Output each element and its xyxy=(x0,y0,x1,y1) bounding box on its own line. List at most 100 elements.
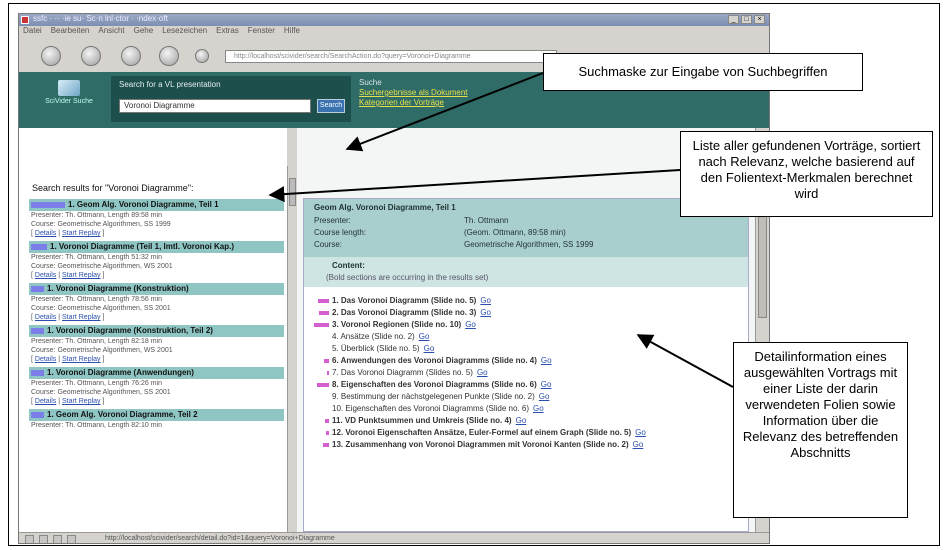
relevance-bar xyxy=(31,202,65,208)
stop-button[interactable] xyxy=(159,46,179,66)
status-icon xyxy=(25,535,34,543)
result-title[interactable]: 1. Geom Alg. Voronoi Diagramme, Teil 1 xyxy=(29,199,284,211)
result-meta-course: Course: Geometrische Algorithmen, WS 200… xyxy=(31,263,173,270)
title-bar: ssfc · ·· ·ie su· Sc·n lnl·ctor · ·ndex·… xyxy=(19,14,769,26)
menu-edit[interactable]: Bearbeiten xyxy=(51,26,90,38)
result-item: 1. Voronoi Diagramme (Anwendungen) Presen… xyxy=(29,367,284,406)
result-title[interactable]: 1. Voronoi Diagramme (Konstruktion, Teil… xyxy=(29,325,284,337)
details-link[interactable]: Details xyxy=(35,398,56,405)
minimize-button[interactable]: _ xyxy=(728,15,739,24)
start-replay-link[interactable]: Start Replay xyxy=(62,314,101,321)
section-go-link[interactable]: Go xyxy=(533,404,544,413)
site-logo[interactable]: SciVider Suche xyxy=(31,80,107,124)
details-link[interactable]: Details xyxy=(35,230,56,237)
result-title-text: 1. Voronoi Diagramme (Konstruktion) xyxy=(47,284,189,293)
section-go-link[interactable]: Go xyxy=(477,368,488,377)
section-relevance-bar xyxy=(314,323,329,327)
section-item: 7. Das Voronoi Diagramm (Slides no. 5) Go xyxy=(308,367,748,378)
app-icon xyxy=(21,16,29,24)
result-meta-course: Course: Geometrische Algorithmen, SS 199… xyxy=(31,221,171,228)
detail-row-label: Presenter: xyxy=(314,216,351,225)
home-button[interactable] xyxy=(195,49,209,63)
close-button[interactable]: × xyxy=(754,15,765,24)
relevance-bar xyxy=(31,370,44,376)
menu-go[interactable]: Gehe xyxy=(134,26,154,38)
result-links: [ Details | Start Replay ] xyxy=(31,356,105,363)
content-band: Content: (Bold sections are occurring in… xyxy=(304,257,748,287)
section-item: 5. Überblick (Slide no. 5) Go xyxy=(308,343,748,354)
detail-row-value: (Geom. Ottmann, 89:58 min) xyxy=(464,228,566,237)
section-go-link[interactable]: Go xyxy=(419,332,430,341)
result-title-text: 1. Voronoi Diagramme (Teil 1, lmtl. Voro… xyxy=(50,242,235,251)
section-go-link[interactable]: Go xyxy=(541,356,552,365)
section-item: 12. Voronoi Eigenschaften Ansätze, Euler… xyxy=(308,427,748,438)
section-go-link[interactable]: Go xyxy=(424,344,435,353)
section-go-link[interactable]: Go xyxy=(635,428,646,437)
result-links: [ Details | Start Replay ] xyxy=(31,230,105,237)
section-go-link[interactable]: Go xyxy=(633,440,644,449)
section-go-link[interactable]: Go xyxy=(516,416,527,425)
menu-window[interactable]: Fenster xyxy=(248,26,275,38)
result-title[interactable]: 1. Voronoi Diagramme (Anwendungen) xyxy=(29,367,284,379)
results-scroll-thumb[interactable] xyxy=(289,178,296,206)
reload-button[interactable] xyxy=(121,46,141,66)
section-item: 10. Eigenschaften des Voronoi Diagramms … xyxy=(308,403,748,414)
header-link-categories[interactable]: Kategorien der Vorträge xyxy=(359,98,468,108)
section-item: 3. Voronoi Regionen (Slide no. 10) Go xyxy=(308,319,748,330)
result-title[interactable]: 1. Geom Alg. Voronoi Diagramme, Teil 2 xyxy=(29,409,284,421)
result-item: 1. Geom Alg. Voronoi Diagramme, Teil 2 Pr… xyxy=(29,409,284,430)
result-title[interactable]: 1. Voronoi Diagramme (Konstruktion) xyxy=(29,283,284,295)
menu-tools[interactable]: Extras xyxy=(216,26,239,38)
header-links: Suche Suchergebnisse als Dokument Katego… xyxy=(359,78,468,108)
section-go-link[interactable]: Go xyxy=(480,308,491,317)
section-relevance-bar xyxy=(327,371,329,375)
section-title: 6. Anwendungen des Voronoi Diagramms (Sl… xyxy=(332,356,537,365)
section-go-link[interactable]: Go xyxy=(539,392,550,401)
search-input[interactable]: Voronoi Diagramme xyxy=(119,99,311,113)
header-link-results-document[interactable]: Suchergebnisse als Dokument xyxy=(359,88,468,98)
results-scrollbar[interactable] xyxy=(287,166,297,532)
detail-row-value: Geometrische Algorithmen, SS 1999 xyxy=(464,240,594,249)
menu-bookmarks[interactable]: Lesezeichen xyxy=(162,26,207,38)
address-bar[interactable]: http://localhost/scivider/search/SearchA… xyxy=(225,50,557,63)
result-meta-course: Course: Geometrische Algorithmen, WS 200… xyxy=(31,347,173,354)
section-relevance-bar xyxy=(319,311,329,315)
start-replay-link[interactable]: Start Replay xyxy=(62,272,101,279)
start-replay-link[interactable]: Start Replay xyxy=(62,230,101,237)
result-links: [ Details | Start Replay ] xyxy=(31,398,105,405)
result-title[interactable]: 1. Voronoi Diagramme (Teil 1, lmtl. Voro… xyxy=(29,241,284,253)
section-item: 1. Das Voronoi Diagramm (Slide no. 5) Go xyxy=(308,295,748,306)
section-go-link[interactable]: Go xyxy=(465,320,476,329)
back-button[interactable] xyxy=(41,46,61,66)
section-go-link[interactable]: Go xyxy=(541,380,552,389)
menu-file[interactable]: Datei xyxy=(23,26,42,38)
result-title-text: 1. Geom Alg. Voronoi Diagramme, Teil 1 xyxy=(68,200,219,209)
detail-title: Geom Alg. Voronoi Diagramme, Teil 1 xyxy=(314,203,456,212)
section-title: 9. Bestimmung der nächstgelegenen Punkte… xyxy=(332,392,535,401)
window-title: ssfc · ·· ·ie su· Sc·n lnl·ctor · ·ndex·… xyxy=(33,14,168,23)
start-replay-link[interactable]: Start Replay xyxy=(62,398,101,405)
details-link[interactable]: Details xyxy=(35,356,56,363)
menu-help[interactable]: Hilfe xyxy=(284,26,300,38)
section-title: 8. Eigenschaften des Voronoi Diagramms (… xyxy=(332,380,537,389)
section-item: 13. Zusammenhang von Voronoi Diagrammen … xyxy=(308,439,748,450)
forward-button[interactable] xyxy=(81,46,101,66)
section-title: 1. Das Voronoi Diagramm (Slide no. 5) xyxy=(332,296,477,305)
section-go-link[interactable]: Go xyxy=(480,296,491,305)
relevance-bar xyxy=(31,328,44,334)
detail-row-presenter: Presenter: Th. Ottmann xyxy=(314,216,508,225)
search-button[interactable]: Search xyxy=(317,99,345,113)
result-title-text: 1. Geom Alg. Voronoi Diagramme, Teil 2 xyxy=(47,410,198,419)
section-item: 9. Bestimmung der nächstgelegenen Punkte… xyxy=(308,391,748,402)
section-title: 3. Voronoi Regionen (Slide no. 10) xyxy=(332,320,462,329)
maximize-button[interactable]: □ xyxy=(741,15,752,24)
details-link[interactable]: Details xyxy=(35,272,56,279)
start-replay-link[interactable]: Start Replay xyxy=(62,356,101,363)
status-text: http://localhost/scivider/search/detail.… xyxy=(105,535,335,542)
menu-view[interactable]: Ansicht xyxy=(98,26,124,38)
section-item: 2. Das Voronoi Diagramm (Slide no. 3) Go xyxy=(308,307,748,318)
details-link[interactable]: Details xyxy=(35,314,56,321)
section-relevance-bar xyxy=(317,383,329,387)
status-bar: http://localhost/scivider/search/detail.… xyxy=(19,532,769,543)
result-item: 1. Geom Alg. Voronoi Diagramme, Teil 1 Pr… xyxy=(29,199,284,238)
